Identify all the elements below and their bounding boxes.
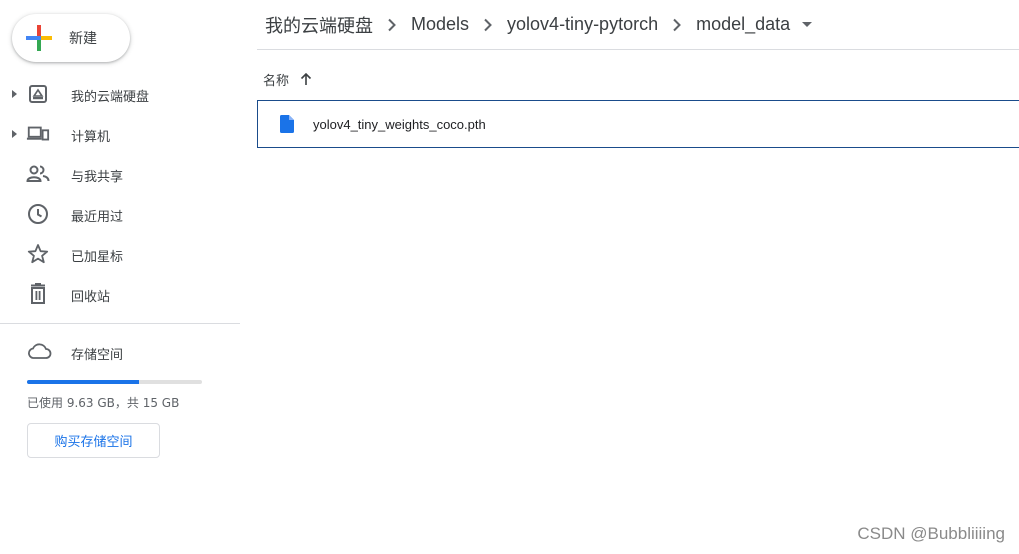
plus-icon bbox=[26, 25, 52, 51]
file-row[interactable]: yolov4_tiny_weights_coco.pth bbox=[257, 100, 1019, 148]
chevron-right-icon bbox=[382, 15, 402, 35]
breadcrumb-item-yolov4-tiny-pytorch[interactable]: yolov4-tiny-pytorch bbox=[498, 14, 667, 35]
sidebar-item-label: 最近用过 bbox=[71, 210, 124, 225]
chevron-right-icon bbox=[667, 15, 687, 35]
sort-arrow-up-icon[interactable] bbox=[299, 72, 313, 86]
sidebar: 新建 我的云端硬盘 计算机 与我共享 最近用过 已加星标 回收站 存储空间 已使… bbox=[0, 0, 240, 554]
sidebar-item-label: 回收站 bbox=[71, 290, 111, 305]
sidebar-item-label: 我的云端硬盘 bbox=[71, 90, 150, 105]
sidebar-nav: 我的云端硬盘 计算机 与我共享 最近用过 已加星标 回收站 bbox=[0, 74, 240, 314]
expand-caret-icon[interactable] bbox=[12, 130, 17, 138]
chevron-right-icon bbox=[478, 15, 498, 35]
sidebar-item-label: 计算机 bbox=[71, 130, 111, 145]
star-icon bbox=[26, 243, 50, 265]
sidebar-item-trash[interactable]: 回收站 bbox=[0, 274, 240, 314]
cloud-icon bbox=[26, 341, 52, 363]
trash-icon bbox=[26, 283, 50, 305]
buy-storage-button[interactable]: 购买存储空间 bbox=[27, 423, 160, 458]
caret-down-icon[interactable] bbox=[799, 17, 815, 33]
breadcrumb-item-my-drive[interactable]: 我的云端硬盘 bbox=[257, 12, 382, 38]
file-name: yolov4_tiny_weights_coco.pth bbox=[313, 116, 486, 132]
storage-usage-fill bbox=[27, 380, 139, 384]
sidebar-divider bbox=[0, 323, 240, 324]
column-header-label: 名称 bbox=[263, 73, 290, 89]
column-header-name[interactable]: 名称 bbox=[263, 68, 313, 90]
breadcrumb: 我的云端硬盘 Models yolov4-tiny-pytorch model_… bbox=[257, 0, 1019, 50]
sidebar-item-starred[interactable]: 已加星标 bbox=[0, 234, 240, 274]
computers-icon bbox=[26, 123, 50, 145]
file-icon bbox=[280, 115, 294, 133]
new-button[interactable]: 新建 bbox=[12, 14, 130, 62]
sidebar-item-shared[interactable]: 与我共享 bbox=[0, 154, 240, 194]
sidebar-item-my-drive[interactable]: 我的云端硬盘 bbox=[0, 74, 240, 114]
sidebar-item-label: 已加星标 bbox=[71, 250, 124, 265]
drive-icon bbox=[26, 83, 50, 105]
storage-usage-text: 已使用 9.63 GB，共 15 GB bbox=[27, 396, 180, 410]
storage-usage-bar bbox=[27, 380, 202, 384]
shared-people-icon bbox=[26, 163, 50, 185]
sidebar-item-storage[interactable]: 存储空间 bbox=[0, 332, 240, 372]
new-button-label: 新建 bbox=[69, 31, 97, 47]
sidebar-item-label: 与我共享 bbox=[71, 170, 124, 185]
breadcrumb-item-models[interactable]: Models bbox=[402, 14, 478, 35]
main-content: 我的云端硬盘 Models yolov4-tiny-pytorch model_… bbox=[257, 0, 1019, 554]
storage-label: 存储空间 bbox=[71, 348, 124, 363]
expand-caret-icon[interactable] bbox=[12, 90, 17, 98]
clock-icon bbox=[26, 203, 50, 225]
sidebar-item-recent[interactable]: 最近用过 bbox=[0, 194, 240, 234]
breadcrumb-item-model-data[interactable]: model_data bbox=[687, 14, 799, 35]
sidebar-item-computers[interactable]: 计算机 bbox=[0, 114, 240, 154]
watermark: CSDN @Bubbliiiing bbox=[857, 524, 1005, 543]
storage-section: 存储空间 已使用 9.63 GB，共 15 GB 购买存储空间 bbox=[0, 332, 240, 458]
